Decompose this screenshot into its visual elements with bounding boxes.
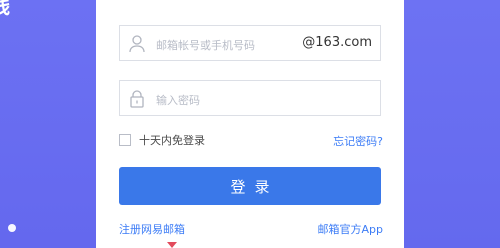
forgot-password-link[interactable]: 忘记密码? xyxy=(333,133,383,149)
password-field[interactable]: 输入密码 xyxy=(119,80,381,116)
user-icon xyxy=(129,35,145,53)
background-left-panel: 线 xyxy=(0,0,96,248)
background-right-panel xyxy=(404,0,500,248)
email-placeholder: 邮箱帐号或手机号码 xyxy=(156,39,255,52)
background-heading-fragment: 线 xyxy=(0,0,11,19)
remember-checkbox[interactable] xyxy=(119,134,131,146)
decorative-dot xyxy=(8,224,16,232)
email-domain-suffix: @163.com xyxy=(302,35,372,50)
official-app-link[interactable]: 邮箱官方App xyxy=(318,221,384,237)
email-field[interactable]: 邮箱帐号或手机号码 @163.com xyxy=(119,25,381,61)
password-placeholder: 输入密码 xyxy=(156,94,200,107)
remember-login-option[interactable]: 十天内免登录 xyxy=(119,132,205,148)
register-link[interactable]: 注册网易邮箱 xyxy=(119,221,185,237)
remember-label: 十天内免登录 xyxy=(139,134,205,147)
login-card: 邮箱帐号或手机号码 @163.com 输入密码 十天内免登录 忘记密码? 登录 … xyxy=(96,0,404,248)
lock-icon xyxy=(129,90,145,108)
login-button[interactable]: 登录 xyxy=(119,167,381,205)
red-arrow-icon xyxy=(167,242,177,248)
